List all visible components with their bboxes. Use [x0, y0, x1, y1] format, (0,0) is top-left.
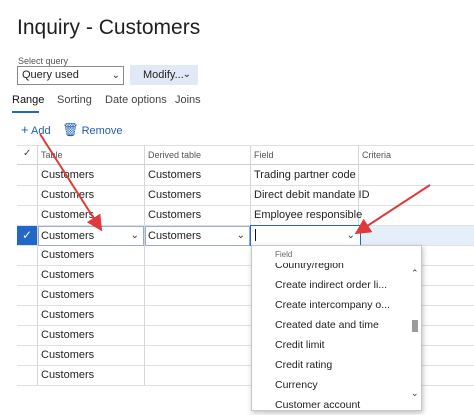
table-cell[interactable]: Customers [41, 305, 94, 325]
column-header-field[interactable]: Field [254, 150, 274, 160]
query-select-value: Query used [22, 69, 79, 81]
dropdown-option[interactable]: Credit rating [275, 359, 332, 371]
column-header-criteria[interactable]: Criteria [362, 150, 391, 160]
derived-table-select-value: Customers [148, 230, 202, 242]
chevron-down-icon: ⌄ [111, 70, 120, 81]
dropdown-option[interactable]: Credit limit [275, 339, 325, 351]
table-select[interactable]: Customers ⌄ [38, 226, 144, 246]
table-cell[interactable]: Customers [41, 165, 94, 185]
field-cell[interactable]: Employee responsible [254, 205, 362, 225]
query-select[interactable]: Query used ⌄ [17, 66, 124, 85]
column-header-table[interactable]: Table [41, 150, 63, 160]
tab-strip: Range Sorting Date options Joins [0, 94, 474, 110]
add-button-label: Add [31, 125, 51, 137]
tab-sorting[interactable]: Sorting [57, 94, 92, 106]
field-cell[interactable]: Direct debit mandate ID [254, 185, 370, 205]
dropdown-option[interactable]: Created date and time [275, 319, 379, 331]
dropdown-scrollbar[interactable]: ⌃ ⌄ [409, 260, 421, 410]
field-cell[interactable]: Trading partner code [254, 165, 356, 185]
chevron-down-icon[interactable]: ⌄ [411, 388, 419, 399]
trash-icon: 🗑 [62, 122, 79, 137]
chevron-down-icon[interactable]: ⌄ [347, 226, 355, 245]
table-cell[interactable]: Customers [41, 205, 94, 225]
text-cursor [255, 229, 256, 241]
derived-table-cell[interactable]: Customers [148, 205, 201, 225]
scrollbar-thumb[interactable] [412, 320, 418, 332]
field-combobox[interactable]: ⌄ [250, 225, 361, 246]
tab-joins[interactable]: Joins [175, 94, 201, 106]
derived-table-cell[interactable]: Customers [148, 185, 201, 205]
select-all-checkmark-icon[interactable]: ✓ [23, 148, 31, 159]
remove-button-label: Remove [81, 125, 123, 137]
remove-button[interactable]: 🗑 Remove [62, 122, 123, 138]
dropdown-option[interactable]: Customer account [275, 399, 360, 410]
dropdown-option[interactable]: Country/region [275, 263, 344, 271]
table-cell[interactable]: Customers [41, 365, 94, 385]
derived-table-cell[interactable]: Customers [148, 165, 201, 185]
table-cell[interactable]: Customers [41, 285, 94, 305]
table-cell[interactable]: Customers [41, 325, 94, 345]
field-dropdown-list[interactable]: Field Country/region Create indirect ord… [251, 245, 422, 411]
plus-icon: + [21, 122, 29, 137]
table-cell[interactable]: Customers [41, 185, 94, 205]
dropdown-option[interactable]: Create indirect order li... [275, 279, 387, 291]
dropdown-header: Field [275, 250, 293, 259]
select-query-label: Select query [18, 56, 69, 66]
chevron-down-icon: ⌄ [130, 230, 139, 241]
chevron-down-icon: ⌄ [182, 69, 191, 80]
dropdown-option[interactable]: Currency [275, 379, 318, 391]
table-cell[interactable]: Customers [41, 265, 94, 285]
checkmark-icon[interactable]: ✓ [17, 225, 37, 245]
table-cell[interactable]: Customers [41, 245, 94, 265]
table-select-value: Customers [41, 230, 95, 242]
tab-range[interactable]: Range [12, 94, 44, 106]
add-button[interactable]: + Add [21, 122, 51, 137]
page-title: Inquiry - Customers [17, 16, 201, 39]
chevron-up-icon[interactable]: ⌃ [411, 268, 419, 279]
modify-button[interactable]: Modify... ⌄ [130, 65, 198, 85]
modify-button-label: Modify... [143, 69, 184, 81]
chevron-down-icon: ⌄ [236, 230, 245, 241]
active-tab-indicator [12, 111, 39, 113]
derived-table-select[interactable]: Customers ⌄ [145, 226, 250, 246]
tab-date-options[interactable]: Date options [105, 94, 167, 106]
dropdown-option[interactable]: Create intercompany o... [275, 299, 390, 311]
table-cell[interactable]: Customers [41, 345, 94, 365]
column-header-derived-table[interactable]: Derived table [148, 150, 201, 160]
